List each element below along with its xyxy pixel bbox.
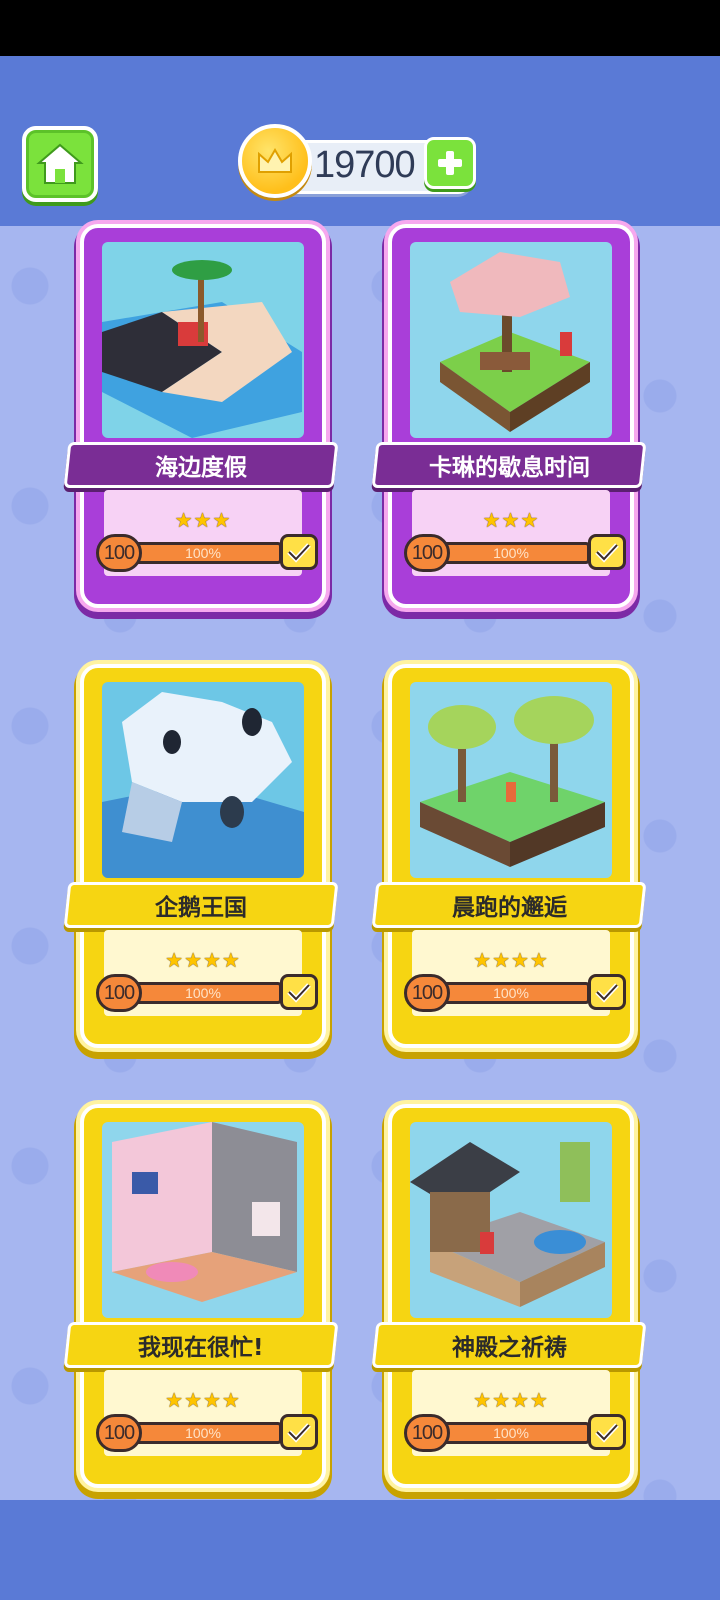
level-card[interactable]: 晨跑的邂逅 ★★★★ 100% 100 [371, 664, 647, 1048]
home-button[interactable] [22, 126, 98, 202]
piece-count-badge: 100 [96, 974, 142, 1012]
level-title-banner: 卡琳的歇息时间 [371, 442, 647, 488]
progress-bar: 100% [432, 982, 590, 1004]
level-title: 企鹅王国 [155, 895, 247, 921]
level-progress: 100% 100 [96, 974, 318, 1012]
check-icon [588, 974, 626, 1010]
check-icon [280, 974, 318, 1010]
level-card[interactable]: 神殿之祈祷 ★★★★ 100% 100 [371, 1104, 647, 1488]
check-icon [588, 1414, 626, 1450]
check-icon [588, 534, 626, 570]
progress-bar: 100% [124, 542, 282, 564]
status-bar [0, 0, 720, 56]
star-icon: ★★★★ [165, 948, 241, 972]
bottom-bar [0, 1500, 720, 1600]
star-icon: ★★★★ [473, 1388, 549, 1412]
piece-count-badge: 100 [404, 974, 450, 1012]
star-icon: ★★★★ [473, 948, 549, 972]
level-title-banner: 海边度假 [63, 442, 339, 488]
level-title: 我现在很忙! [138, 1335, 264, 1361]
level-card[interactable]: 我现在很忙! ★★★★ 100% 100 [63, 1104, 339, 1488]
level-thumbnail-beach [102, 242, 304, 438]
level-title-banner: 我现在很忙! [63, 1322, 339, 1368]
level-title: 晨跑的邂逅 [451, 895, 567, 921]
piece-count-badge: 100 [404, 1414, 450, 1452]
level-progress: 100% 100 [96, 534, 318, 572]
level-progress: 100% 100 [96, 1414, 318, 1452]
check-icon [280, 534, 318, 570]
home-icon [36, 143, 84, 184]
level-progress: 100% 100 [404, 1414, 626, 1452]
progress-bar: 100% [124, 1422, 282, 1444]
progress-bar: 100% [432, 542, 590, 564]
crown-coin-icon [238, 124, 312, 198]
progress-percent: 100% [185, 545, 221, 561]
piece-count-badge: 100 [96, 534, 142, 572]
star-icon: ★★★★ [165, 1388, 241, 1412]
check-icon [280, 1414, 318, 1450]
level-thumbnail-garden [410, 242, 612, 438]
piece-count-badge: 100 [404, 534, 450, 572]
progress-bar: 100% [124, 982, 282, 1004]
progress-percent: 100% [185, 985, 221, 1001]
piece-count-badge: 100 [96, 1414, 142, 1452]
progress-bar: 100% [432, 1422, 590, 1444]
level-title-banner: 企鹅王国 [63, 882, 339, 928]
level-card[interactable]: 海边度假 ★★★ 100% 100 [63, 224, 339, 608]
level-thumbnail-morning-run [410, 682, 612, 878]
plus-icon [438, 151, 462, 175]
level-thumbnail-bedroom [102, 1122, 304, 1318]
level-title: 卡琳的歇息时间 [428, 455, 590, 481]
progress-percent: 100% [493, 545, 529, 561]
level-card[interactable]: 企鹅王国 ★★★★ 100% 100 [63, 664, 339, 1048]
level-title-banner: 晨跑的邂逅 [371, 882, 647, 928]
star-icon: ★★★ [482, 508, 540, 532]
level-title: 海边度假 [155, 455, 247, 481]
coin-amount: 19700 [314, 144, 416, 186]
level-progress: 100% 100 [404, 974, 626, 1012]
level-thumbnail-penguins [102, 682, 304, 878]
level-title: 神殿之祈祷 [451, 1335, 567, 1361]
progress-percent: 100% [185, 1425, 221, 1441]
progress-percent: 100% [493, 985, 529, 1001]
level-card[interactable]: 卡琳的歇息时间 ★★★ 100% 100 [371, 224, 647, 608]
level-thumbnail-temple [410, 1122, 612, 1318]
star-icon: ★★★ [174, 508, 232, 532]
level-progress: 100% 100 [404, 534, 626, 572]
level-title-banner: 神殿之祈祷 [371, 1322, 647, 1368]
add-coins-button[interactable] [424, 137, 476, 189]
progress-percent: 100% [493, 1425, 529, 1441]
